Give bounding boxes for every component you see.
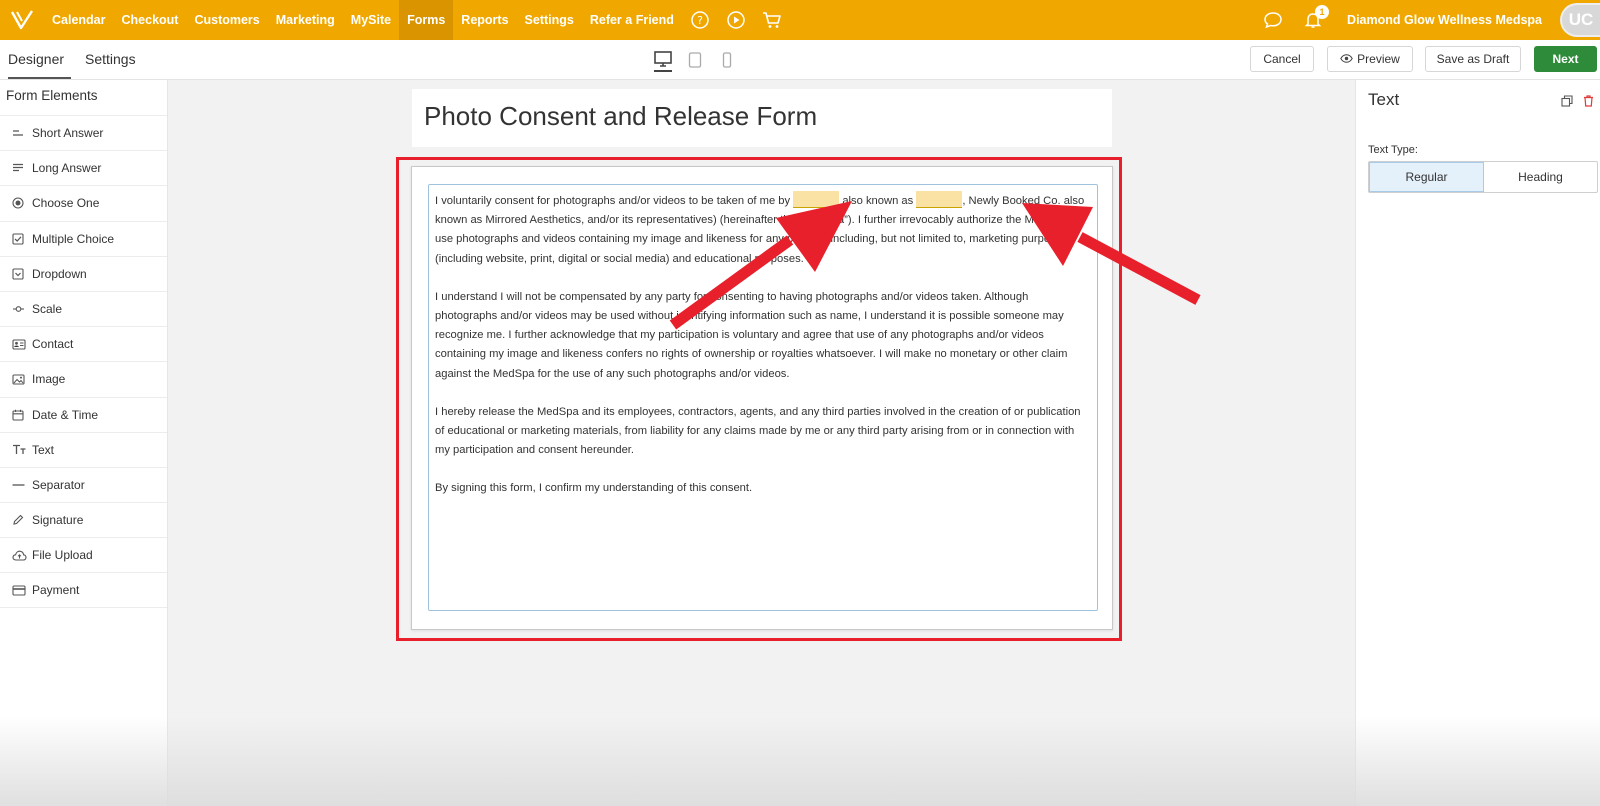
element-separator[interactable]: Separator xyxy=(0,466,167,502)
chat-bubble-icon[interactable] xyxy=(1253,0,1293,40)
business-name[interactable]: Diamond Glow Wellness Medspa xyxy=(1333,13,1560,27)
element-text[interactable]: Text xyxy=(0,431,167,467)
nav-item-refer-a-friend[interactable]: Refer a Friend xyxy=(582,0,682,40)
element-label: Text xyxy=(32,442,55,457)
cancel-button-label: Cancel xyxy=(1263,52,1301,66)
long-answer-icon xyxy=(12,161,32,175)
element-short-answer[interactable]: Short Answer xyxy=(0,115,167,150)
element-label: Long Answer xyxy=(32,161,102,176)
element-image[interactable]: Image xyxy=(0,361,167,396)
sidebar-title: Form Elements xyxy=(6,88,98,103)
element-label: Image xyxy=(32,372,66,387)
pen-icon xyxy=(12,513,32,527)
image-icon xyxy=(12,372,32,386)
element-label: Multiple Choice xyxy=(32,231,115,246)
tab-settings[interactable]: Settings xyxy=(85,40,136,79)
nav-item-customers[interactable]: Customers xyxy=(186,0,267,40)
credit-card-icon xyxy=(12,583,32,597)
mobile-view-icon[interactable] xyxy=(718,48,736,72)
vagaro-logo-icon[interactable] xyxy=(0,0,44,40)
separator-line-icon xyxy=(12,478,32,492)
element-label: Date & Time xyxy=(32,407,99,422)
nav-item-checkout[interactable]: Checkout xyxy=(114,0,187,40)
shopping-cart-icon[interactable] xyxy=(754,0,790,40)
save-as-draft-button[interactable]: Save as Draft xyxy=(1425,46,1521,72)
element-payment[interactable]: Payment xyxy=(0,572,167,608)
trash-icon[interactable] xyxy=(1583,94,1594,112)
help-icon[interactable]: ? xyxy=(682,0,718,40)
panel-title: Text xyxy=(1368,90,1400,109)
nav-item-mysite[interactable]: MySite xyxy=(343,0,399,40)
next-button[interactable]: Next xyxy=(1534,46,1597,72)
text-properties-panel: Text Text Type: Regular Heading xyxy=(1355,80,1600,806)
nav-item-settings[interactable]: Settings xyxy=(517,0,582,40)
tablet-view-icon[interactable] xyxy=(686,48,704,72)
element-file-upload[interactable]: File Upload xyxy=(0,537,167,572)
dropdown-icon xyxy=(12,267,32,281)
form-title: Photo Consent and Release Form xyxy=(424,101,818,131)
contact-card-icon xyxy=(12,337,32,351)
checkbox-icon xyxy=(12,232,32,246)
notification-count-badge: 1 xyxy=(1315,5,1330,19)
cancel-button[interactable]: Cancel xyxy=(1250,46,1314,72)
play-video-icon[interactable] xyxy=(718,0,754,40)
text-type-heading-option[interactable]: Heading xyxy=(1484,162,1597,192)
tab-designer[interactable]: Designer xyxy=(8,40,71,79)
element-signature[interactable]: Signature xyxy=(0,502,167,537)
element-label: Payment xyxy=(32,583,80,598)
text-type-selector: Regular Heading xyxy=(1368,161,1598,193)
blank-overlay-box xyxy=(1453,712,1550,778)
element-dropdown[interactable]: Dropdown xyxy=(0,255,167,291)
form-builder-toolbar: Designer Settings Cancel Preview Save as… xyxy=(0,40,1600,80)
desktop-view-icon[interactable] xyxy=(654,48,672,72)
nav-item-forms[interactable]: Forms xyxy=(399,0,454,40)
svg-text:?: ? xyxy=(697,14,703,27)
duplicate-icon[interactable] xyxy=(1561,94,1573,112)
element-choose-one[interactable]: Choose One xyxy=(0,185,167,220)
scale-slider-icon xyxy=(12,302,32,316)
element-label: Signature xyxy=(32,513,84,528)
element-multiple-choice[interactable]: Multiple Choice xyxy=(0,220,167,256)
nav-item-reports[interactable]: Reports xyxy=(453,0,516,40)
element-label: Scale xyxy=(32,302,63,317)
text-type-icon xyxy=(12,443,32,457)
nav-item-calendar[interactable]: Calendar xyxy=(44,0,114,40)
radio-button-icon xyxy=(12,196,32,210)
element-label: Separator xyxy=(32,477,85,492)
text-type-label: Text Type: xyxy=(1368,144,1418,156)
cloud-upload-icon xyxy=(12,548,32,562)
save-as-draft-label: Save as Draft xyxy=(1436,52,1510,66)
preview-button-label: Preview xyxy=(1357,52,1400,66)
form-elements-sidebar: Form Elements Short Answer Long Answer C… xyxy=(0,80,168,806)
eye-icon xyxy=(1340,52,1353,66)
element-label: Choose One xyxy=(32,196,100,211)
element-scale[interactable]: Scale xyxy=(0,290,167,326)
element-label: Dropdown xyxy=(32,266,87,281)
preview-button[interactable]: Preview xyxy=(1327,46,1413,72)
avatar[interactable]: UC xyxy=(1560,3,1600,37)
element-contact[interactable]: Contact xyxy=(0,326,167,361)
form-title-block[interactable]: Photo Consent and Release Form xyxy=(412,89,1112,147)
short-answer-icon xyxy=(12,126,32,140)
text-type-regular-option[interactable]: Regular xyxy=(1369,162,1484,192)
calendar-icon xyxy=(12,408,32,422)
nav-item-marketing[interactable]: Marketing xyxy=(268,0,343,40)
element-label: Short Answer xyxy=(32,126,104,141)
element-long-answer[interactable]: Long Answer xyxy=(0,150,167,185)
element-label: Contact xyxy=(32,337,74,352)
next-button-label: Next xyxy=(1552,52,1579,66)
highlight-frame xyxy=(396,157,1122,641)
element-label: File Upload xyxy=(32,548,93,563)
device-preview-toggle xyxy=(654,48,736,72)
top-navigation: Calendar Checkout Customers Marketing My… xyxy=(0,0,1600,40)
element-date-time[interactable]: Date & Time xyxy=(0,396,167,432)
notifications-bell-icon[interactable]: 1 xyxy=(1293,0,1333,40)
